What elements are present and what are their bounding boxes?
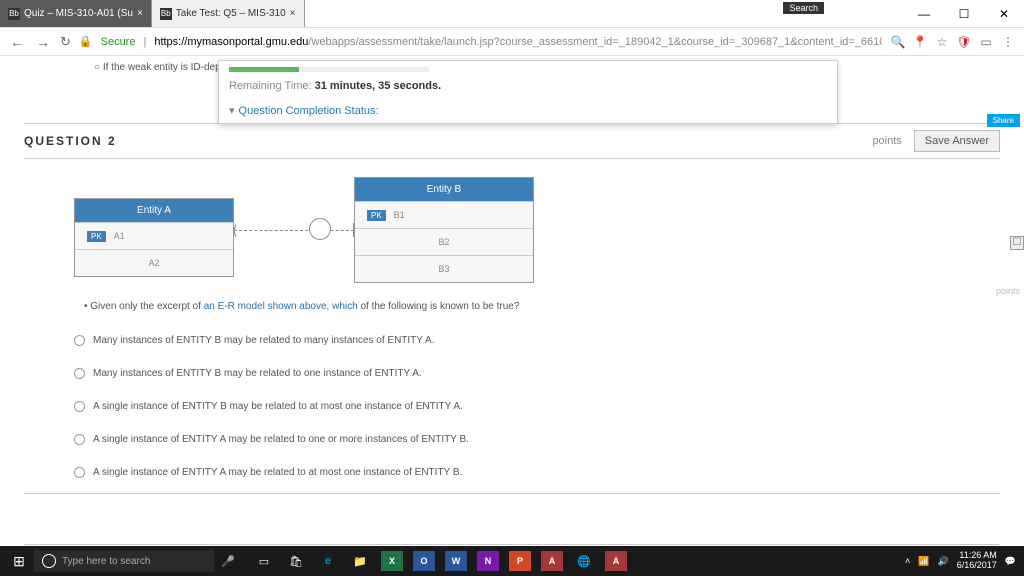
share-button[interactable]: Share: [987, 114, 1020, 127]
option-text: A single instance of ENTITY A may be rel…: [93, 467, 462, 478]
powerpoint-icon[interactable]: P: [506, 549, 534, 573]
option-text: A single instance of ENTITY B may be rel…: [93, 401, 463, 412]
option-text: A single instance of ENTITY A may be rel…: [93, 434, 469, 445]
mic-icon[interactable]: 🎤: [214, 549, 242, 573]
zoom-icon[interactable]: 🔍: [890, 34, 906, 50]
cast-icon[interactable]: ▭: [978, 34, 994, 50]
forward-button[interactable]: →: [34, 34, 52, 50]
timer-panel: Remaining Time: 31 minutes, 35 seconds. …: [218, 60, 838, 124]
chevron-up-icon[interactable]: ˄: [905, 556, 910, 566]
maximize-button[interactable]: ☐: [944, 0, 984, 28]
completion-status-label[interactable]: Question Completion Status:: [239, 105, 379, 117]
attr: A2: [148, 258, 159, 268]
progress-bar: [229, 67, 429, 72]
option-2[interactable]: A single instance of ENTITY B may be rel…: [74, 394, 1000, 419]
extension-icon[interactable]: 🛡: [956, 34, 972, 50]
clock[interactable]: 11:26 AM 6/16/2017: [957, 551, 997, 571]
address-bar: ← → ↻ 🔒 Secure | https://mymasonportal.g…: [0, 28, 1024, 56]
option-4[interactable]: A single instance of ENTITY A may be rel…: [74, 460, 1000, 485]
question-stem: • Given only the excerpt of an E-R model…: [84, 301, 1000, 312]
taskbar-search[interactable]: Type here to search: [34, 550, 214, 572]
word-icon[interactable]: W: [442, 549, 470, 573]
option-1[interactable]: Many instances of ENTITY B may be relate…: [74, 361, 1000, 386]
edge-icon[interactable]: e: [314, 549, 342, 573]
pk-badge: PK: [367, 210, 386, 221]
explorer-icon[interactable]: 📁: [346, 549, 374, 573]
url-host: https://mymasonportal.gmu.edu: [154, 36, 308, 48]
start-button[interactable]: ⊞: [4, 553, 34, 570]
entity-a-header: Entity A: [75, 199, 233, 222]
menu-icon[interactable]: ⋮: [1000, 34, 1016, 50]
option-0[interactable]: Many instances of ENTITY B may be relate…: [74, 328, 1000, 353]
radio-button[interactable]: [74, 401, 85, 412]
cardinality-circle-icon: [309, 218, 331, 240]
back-button[interactable]: ←: [8, 34, 26, 50]
timer-label: Remaining Time:: [229, 80, 312, 92]
relationship-line: ⟩: [234, 229, 354, 231]
clock-date: 6/16/2017: [957, 561, 997, 571]
wifi-icon[interactable]: 📶: [918, 556, 929, 567]
titlebar-search[interactable]: Search: [783, 2, 824, 14]
url-field[interactable]: https://mymasonportal.gmu.edu/webapps/as…: [154, 36, 882, 48]
reload-button[interactable]: ↻: [60, 34, 71, 50]
entity-b: Entity B PK B1 B2 B3: [354, 177, 534, 283]
star-icon[interactable]: ☆: [934, 34, 950, 50]
sidebar-points: points: [996, 286, 1020, 296]
outlook-icon[interactable]: O: [410, 549, 438, 573]
favicon: Bb: [8, 8, 20, 20]
chevron-down-icon[interactable]: ▾: [229, 105, 235, 117]
browser-tab-0[interactable]: Bb Quiz – MIS-310-A01 (Su ×: [0, 0, 152, 27]
tab-label: Take Test: Q5 – MIS-310: [176, 8, 286, 19]
attr: B1: [394, 210, 405, 220]
minimize-button[interactable]: —: [904, 0, 944, 28]
entity-a: Entity A PK A1 A2: [74, 198, 234, 277]
favicon: Bb: [160, 8, 172, 20]
close-button[interactable]: ✕: [984, 0, 1024, 28]
secure-label: Secure: [101, 36, 136, 48]
page-content: Share ○ If the weak entity is ID-dep Rem…: [0, 56, 1024, 546]
browser-titlebar: Bb Quiz – MIS-310-A01 (Su × Bb Take Test…: [0, 0, 1024, 28]
question-2: QUESTION 2 points Save Answer Entity A P…: [24, 123, 1000, 494]
browser-tab-1[interactable]: Bb Take Test: Q5 – MIS-310 ×: [152, 0, 305, 27]
save-answer-button[interactable]: Save Answer: [914, 130, 1000, 152]
close-icon[interactable]: ×: [137, 8, 143, 19]
er-diagram: Entity A PK A1 A2 ⟩ Entity B PK B1 B2 B3: [74, 177, 1000, 283]
points-label: points: [872, 135, 901, 147]
location-icon[interactable]: 📍: [912, 34, 928, 50]
radio-button[interactable]: [74, 434, 85, 445]
access-icon[interactable]: A: [538, 549, 566, 573]
radio-button[interactable]: [74, 467, 85, 478]
tab-label: Quiz – MIS-310-A01 (Su: [24, 8, 133, 19]
radio-button[interactable]: [74, 335, 85, 346]
option-3[interactable]: A single instance of ENTITY A may be rel…: [74, 427, 1000, 452]
excel-icon[interactable]: X: [378, 549, 406, 573]
entity-b-header: Entity B: [355, 178, 533, 201]
attr: B2: [438, 237, 449, 247]
close-icon[interactable]: ×: [290, 8, 296, 19]
timer-value: 31 minutes, 35 seconds.: [315, 80, 442, 92]
lock-icon: 🔒: [79, 35, 93, 48]
option-text: Many instances of ENTITY B may be relate…: [93, 335, 434, 346]
chrome-icon[interactable]: 🌐: [570, 549, 598, 573]
expand-icon[interactable]: ☐: [1010, 236, 1024, 250]
onenote-icon[interactable]: N: [474, 549, 502, 573]
store-icon[interactable]: 🛍: [282, 549, 310, 573]
search-placeholder: Type here to search: [62, 556, 150, 567]
crows-foot-icon: ⟩: [232, 222, 237, 239]
radio-button[interactable]: [74, 368, 85, 379]
volume-icon[interactable]: 🔊: [938, 556, 949, 567]
attr: A1: [114, 231, 125, 241]
url-path: /webapps/assessment/take/launch.jsp?cour…: [308, 36, 882, 48]
access2-icon[interactable]: A: [602, 549, 630, 573]
windows-taskbar: ⊞ Type here to search 🎤 ▭ 🛍 e 📁 X O W N …: [0, 546, 1024, 576]
task-view-icon[interactable]: ▭: [250, 549, 278, 573]
pk-badge: PK: [87, 231, 106, 242]
option-text: Many instances of ENTITY B may be relate…: [93, 368, 422, 379]
cortana-icon: [42, 554, 56, 568]
question-title: QUESTION 2: [24, 134, 117, 148]
notifications-icon[interactable]: 💬: [1005, 556, 1016, 567]
attr: B3: [438, 264, 449, 274]
